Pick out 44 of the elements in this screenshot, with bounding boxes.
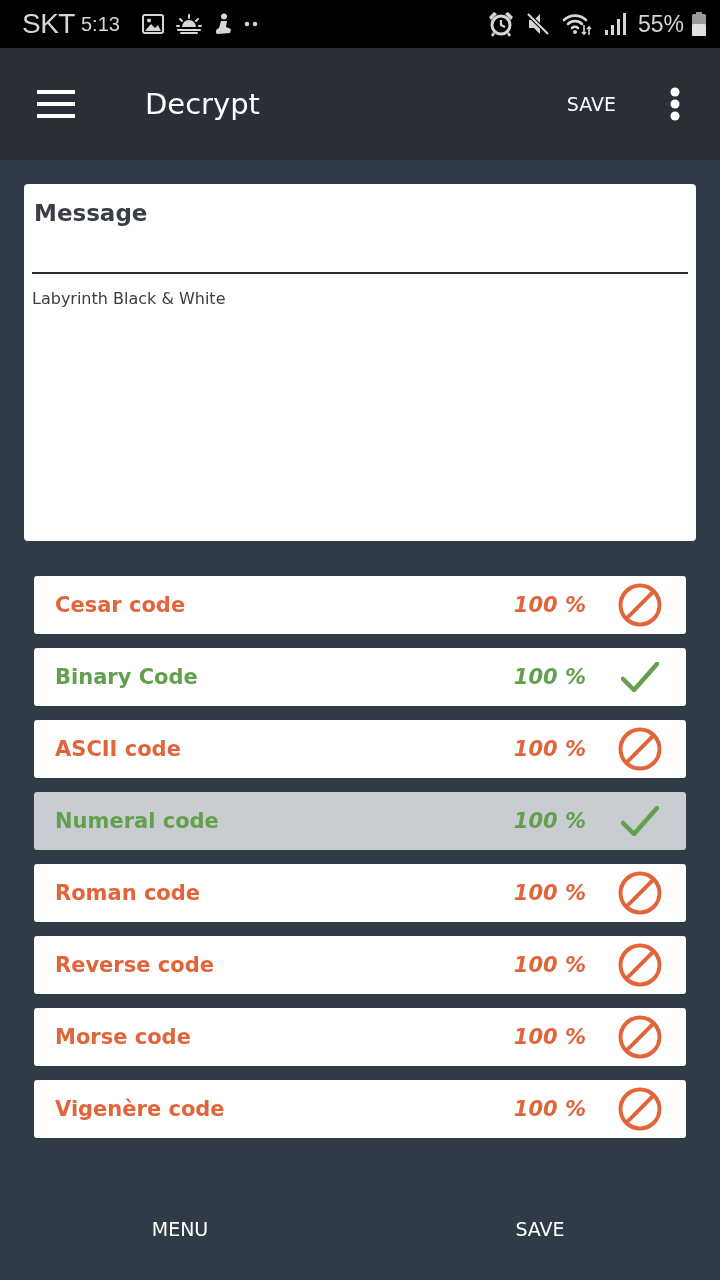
result-row[interactable]: Binary Code 100 % [34,648,686,706]
screen-title: Decrypt [145,87,261,121]
score-text: 100 % [513,665,586,689]
image-icon [141,14,164,34]
score-text: 100 % [513,953,586,977]
result-row[interactable]: Roman code 100 % [34,864,686,922]
save-button[interactable]: SAVE [562,85,620,123]
message-label: Message [33,200,148,228]
code-name: Numeral code [55,809,220,833]
result-row[interactable]: ASCII code 100 % [34,720,686,778]
battery-percent-text: 55% [637,10,684,38]
clock-text: 5:13 [80,12,120,36]
code-name: Vigenère code [55,1097,226,1121]
signal-icon [603,12,626,36]
sunrise-icon [175,14,202,34]
score-text: 100 % [513,1025,586,1049]
message-field[interactable]: Labyrinth Black & White [32,274,688,533]
code-name: Morse code [55,1025,192,1049]
bottom-bar-button[interactable]: SAVE [360,1207,720,1250]
code-name: ASCII code [55,737,182,761]
code-name: Binary Code [55,665,199,689]
result-row[interactable]: Cesar code 100 % [34,576,686,634]
menu-icon[interactable] [37,90,75,118]
more-options-icon[interactable] [670,87,680,121]
result-row[interactable]: Vigenère code 100 % [34,1080,686,1138]
result-row[interactable]: Numeral code 100 % [34,792,686,850]
mute-icon [525,12,550,36]
code-name: Cesar code [55,593,187,617]
carrier-text: SKT [22,8,75,40]
score-text: 100 % [513,593,586,617]
result-row[interactable]: Morse code 100 % [34,1008,686,1066]
alarm-icon [487,11,514,37]
result-row[interactable]: Reverse code 100 % [34,936,686,994]
wifi-icon [561,12,592,36]
figure-icon [213,13,232,35]
score-text: 100 % [513,881,586,905]
battery-icon [692,12,706,36]
code-name: Reverse code [55,953,215,977]
score-text: 100 % [513,737,586,761]
code-name: Roman code [55,881,202,905]
bottom-bar-button[interactable]: MENU [0,1207,360,1250]
score-text: 100 % [513,1097,586,1121]
score-text: 100 % [513,809,586,833]
more-dots-icon [243,21,258,27]
